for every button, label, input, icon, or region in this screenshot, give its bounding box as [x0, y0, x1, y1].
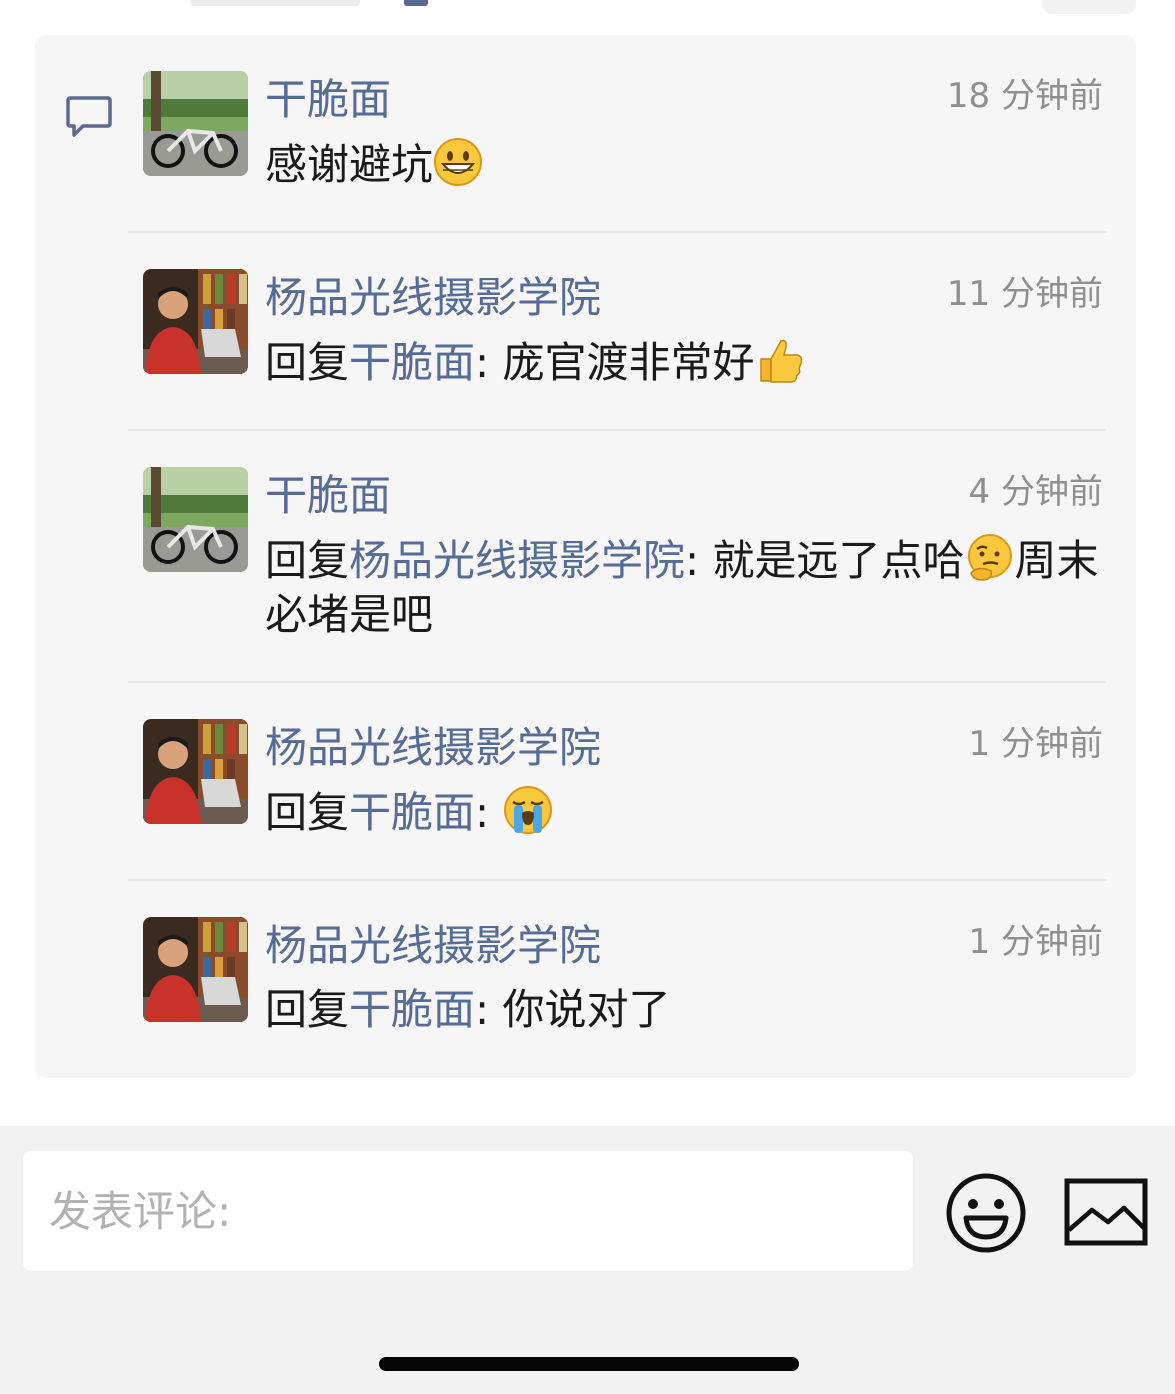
emoji-face-icon[interactable]: [944, 1171, 1028, 1255]
home-indicator: [379, 1357, 799, 1371]
reply-separator: :: [685, 536, 700, 585]
comment-content: 回复干脆面: 庞官渡非常好: [265, 335, 1110, 390]
comment-author[interactable]: 干脆面: [265, 73, 391, 127]
comment-content: 回复干脆面:: [265, 785, 1110, 840]
bicycle-avatar[interactable]: [143, 467, 248, 572]
reply-separator: :: [475, 338, 490, 387]
reply-separator: :: [475, 788, 490, 837]
loudly-crying-face-emoji: [503, 785, 553, 835]
clipped-button[interactable]: [1042, 0, 1136, 14]
comment-text: 你说对了: [489, 985, 671, 1034]
comment-divider: [128, 231, 1106, 233]
person-avatar[interactable]: [143, 719, 248, 824]
reply-target-link[interactable]: 干脆面: [349, 788, 475, 837]
reply-prefix: 回复: [265, 338, 350, 387]
comment-time: 1 分钟前: [968, 724, 1103, 764]
bicycle-avatar[interactable]: [143, 71, 248, 176]
comment-author[interactable]: 杨品光线摄影学院: [265, 721, 601, 775]
comment-input-bar: [0, 1126, 1175, 1394]
top-clipped-strip: [0, 0, 1175, 34]
thumbs-up-emoji: [755, 335, 805, 385]
comment-text: 就是远了点哈: [699, 536, 965, 585]
comment-content: 回复干脆面: 你说对了: [265, 983, 1110, 1037]
image-icon[interactable]: [1064, 1178, 1148, 1246]
reply-prefix: 回复: [265, 788, 350, 837]
comment-time: 18 分钟前: [946, 76, 1103, 116]
comment-text: 感谢避坑: [265, 140, 434, 189]
comment-author[interactable]: 干脆面: [265, 469, 391, 523]
reply-target-link[interactable]: 杨品光线摄影学院: [349, 536, 685, 585]
clipped-icon: [404, 0, 428, 6]
comment-text: 庞官渡非常好: [489, 338, 755, 387]
reply-prefix: 回复: [265, 536, 350, 585]
reply-separator: :: [475, 985, 490, 1034]
grinning-face-emoji: [433, 137, 483, 187]
comment-content: 感谢避坑: [265, 137, 1110, 192]
clipped-text-fragment: [190, 0, 360, 6]
comment-time: 11 分钟前: [946, 274, 1103, 314]
comment-time: 4 分钟前: [968, 472, 1103, 512]
comment-author[interactable]: 杨品光线摄影学院: [265, 919, 601, 973]
comment-icon: [66, 96, 112, 137]
reply-target-link[interactable]: 干脆面: [349, 985, 475, 1034]
comment-time: 1 分钟前: [968, 922, 1103, 962]
comment-content: 回复杨品光线摄影学院: 就是远了点哈 周末必堵是吧: [265, 533, 1110, 642]
comment-divider: [128, 879, 1106, 881]
comment-input[interactable]: [23, 1151, 913, 1271]
reply-prefix: 回复: [265, 985, 350, 1034]
comment-author[interactable]: 杨品光线摄影学院: [265, 271, 601, 325]
thinking-face-emoji: [965, 533, 1015, 583]
comment-text: [489, 788, 502, 837]
comment-divider: [128, 429, 1106, 431]
person-avatar[interactable]: [143, 917, 248, 1022]
reply-target-link[interactable]: 干脆面: [349, 338, 475, 387]
comment-divider: [128, 681, 1106, 683]
person-avatar[interactable]: [143, 269, 248, 374]
